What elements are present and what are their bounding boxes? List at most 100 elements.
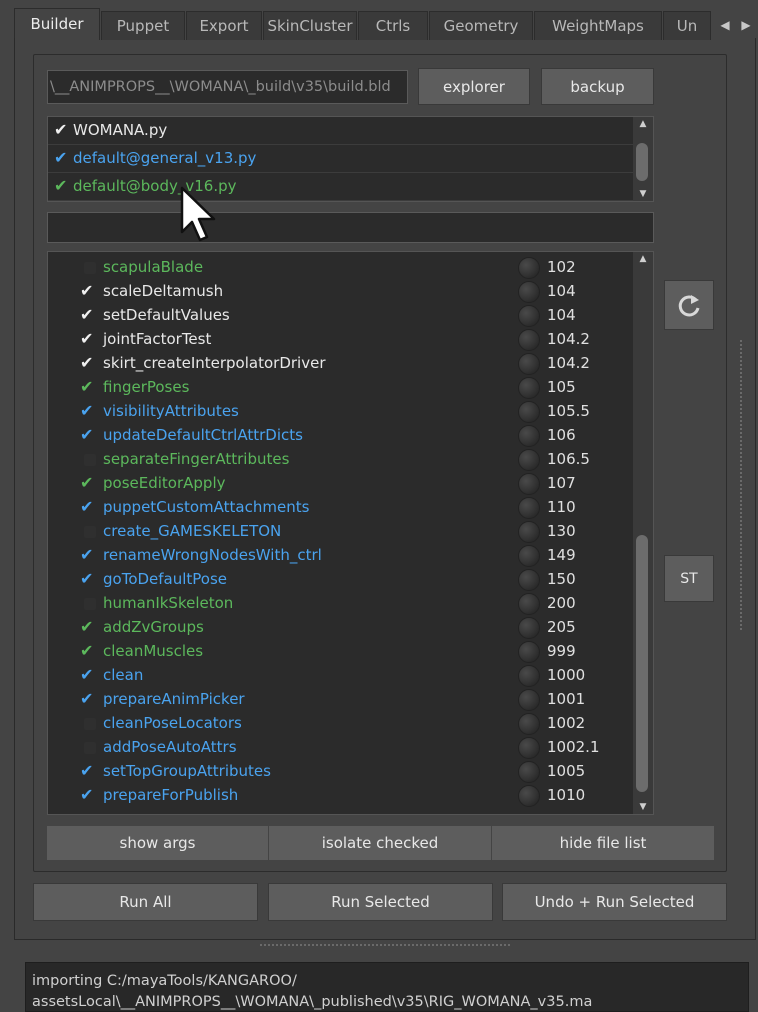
checkmark-icon[interactable]: ✔ xyxy=(80,761,98,780)
tab-weightmaps[interactable]: WeightMaps xyxy=(534,11,662,40)
build-step-row[interactable]: ✔ renameWrongNodesWith_ctrl 149 xyxy=(48,544,633,568)
status-dot-icon[interactable] xyxy=(518,593,540,615)
backup-button[interactable]: backup xyxy=(541,68,654,105)
build-step-row[interactable]: create_GAMESKELETON 130 xyxy=(48,520,633,544)
checkmark-icon[interactable]: ✔ xyxy=(80,617,98,636)
build-step-row[interactable]: ✔ visibilityAttributes 105.5 xyxy=(48,400,633,424)
status-dot-icon[interactable] xyxy=(518,665,540,687)
build-step-row[interactable]: ✔ poseEditorApply 107 xyxy=(48,472,633,496)
checkmark-icon[interactable]: ✔ xyxy=(80,425,98,444)
scroll-up-arrow-icon[interactable]: ▲ xyxy=(633,117,653,131)
status-dot-icon[interactable] xyxy=(518,545,540,567)
build-step-row[interactable]: ✔ updateDefaultCtrlAttrDicts 106 xyxy=(48,424,633,448)
status-dot-icon[interactable] xyxy=(518,401,540,423)
build-step-list[interactable]: ▲ ▼ scapulaBlade 102 ✔ scaleDeltamush 104 ✔ se… xyxy=(47,251,654,815)
scroll-up-arrow-icon[interactable]: ▲ xyxy=(633,252,653,266)
status-dot-icon[interactable] xyxy=(518,353,540,375)
file-list-item[interactable]: ✔ WOMANA.py xyxy=(48,117,633,145)
unchecked-box-icon[interactable] xyxy=(84,718,96,730)
build-step-row[interactable]: separateFingerAttributes 106.5 xyxy=(48,448,633,472)
tab-geometry[interactable]: Geometry xyxy=(429,11,533,40)
checkmark-icon[interactable]: ✔ xyxy=(80,665,98,684)
checkmark-icon[interactable]: ✔ xyxy=(80,641,98,660)
build-step-row[interactable]: cleanPoseLocators 1002 xyxy=(48,712,633,736)
checkmark-icon[interactable]: ✔ xyxy=(80,353,98,372)
isolate-checked-button[interactable]: isolate checked xyxy=(269,826,492,860)
show-args-button[interactable]: show args xyxy=(47,826,269,860)
refresh-button[interactable] xyxy=(664,280,714,330)
checkmark-icon[interactable]: ✔ xyxy=(80,473,98,492)
build-step-row[interactable]: ✔ scaleDeltamush 104 xyxy=(48,280,633,304)
build-step-row[interactable]: ✔ fingerPoses 105 xyxy=(48,376,633,400)
build-step-row[interactable]: ✔ prepareForPublish 1010 xyxy=(48,784,633,808)
tab-skincluster[interactable]: SkinCluster xyxy=(263,11,357,40)
splitter-handle[interactable] xyxy=(260,944,510,946)
build-step-row[interactable]: scapulaBlade 102 xyxy=(48,256,633,280)
status-dot-icon[interactable] xyxy=(518,377,540,399)
build-path-field[interactable]: \__ANIMPROPS__\WOMANA\_build\v35\build.b… xyxy=(47,70,408,104)
build-step-row[interactable]: ✔ setTopGroupAttributes 1005 xyxy=(48,760,633,784)
status-dot-icon[interactable] xyxy=(518,641,540,663)
unchecked-box-icon[interactable] xyxy=(84,262,96,274)
unchecked-box-icon[interactable] xyxy=(84,742,96,754)
build-step-row[interactable]: ✔ prepareAnimPicker 1001 xyxy=(48,688,633,712)
script-output-console[interactable]: importing C:/mayaTools/KANGAROO/ assetsL… xyxy=(25,962,749,1012)
scroll-thumb[interactable] xyxy=(636,535,648,792)
checkmark-icon[interactable]: ✔ xyxy=(80,281,98,300)
build-step-row[interactable]: ✔ addZvGroups 205 xyxy=(48,616,633,640)
scroll-down-arrow-icon[interactable]: ▼ xyxy=(633,800,653,814)
checkmark-icon[interactable]: ✔ xyxy=(80,401,98,420)
status-dot-icon[interactable] xyxy=(518,617,540,639)
tab-puppet[interactable]: Puppet xyxy=(101,11,185,40)
step-list-scrollbar[interactable]: ▲ ▼ xyxy=(633,252,653,814)
checkmark-icon[interactable]: ✔ xyxy=(54,148,70,167)
tab-export[interactable]: Export xyxy=(186,11,262,40)
build-step-row[interactable]: humanIkSkeleton 200 xyxy=(48,592,633,616)
build-step-row[interactable]: ✔ clean 1000 xyxy=(48,664,633,688)
undo-run-selected-button[interactable]: Undo + Run Selected xyxy=(502,883,727,921)
status-dot-icon[interactable] xyxy=(518,329,540,351)
status-dot-icon[interactable] xyxy=(518,425,540,447)
checkmark-icon[interactable]: ✔ xyxy=(80,785,98,804)
tab-scroll-left-icon[interactable]: ◀ xyxy=(718,12,732,38)
tab-ctrls[interactable]: Ctrls xyxy=(358,11,428,40)
status-dot-icon[interactable] xyxy=(518,521,540,543)
st-button[interactable]: ST xyxy=(664,555,714,602)
status-dot-icon[interactable] xyxy=(518,785,540,807)
build-step-row[interactable]: ✔ setDefaultValues 104 xyxy=(48,304,633,328)
tab-builder[interactable]: Builder xyxy=(14,8,100,40)
checkmark-icon[interactable]: ✔ xyxy=(80,497,98,516)
checkmark-icon[interactable]: ✔ xyxy=(54,176,70,195)
status-dot-icon[interactable] xyxy=(518,737,540,759)
unchecked-box-icon[interactable] xyxy=(84,526,96,538)
file-list-scrollbar[interactable]: ▲ ▼ xyxy=(633,117,653,201)
explorer-button[interactable]: explorer xyxy=(418,68,530,105)
scroll-thumb[interactable] xyxy=(636,143,648,181)
build-step-row[interactable]: ✔ skirt_createInterpolatorDriver 104.2 xyxy=(48,352,633,376)
status-dot-icon[interactable] xyxy=(518,449,540,471)
hide-file-list-button[interactable]: hide file list xyxy=(492,826,714,860)
unchecked-box-icon[interactable] xyxy=(84,598,96,610)
status-dot-icon[interactable] xyxy=(518,689,540,711)
file-list-item[interactable]: ✔ default@body_v16.py xyxy=(48,173,633,201)
run-all-button[interactable]: Run All xyxy=(33,883,258,921)
run-selected-button[interactable]: Run Selected xyxy=(268,883,493,921)
status-dot-icon[interactable] xyxy=(518,569,540,591)
scroll-down-arrow-icon[interactable]: ▼ xyxy=(633,187,653,201)
unchecked-box-icon[interactable] xyxy=(84,454,96,466)
build-step-row[interactable]: ✔ jointFactorTest 104.2 xyxy=(48,328,633,352)
build-step-row[interactable]: ✔ goToDefaultPose 150 xyxy=(48,568,633,592)
tab-scroll-right-icon[interactable]: ▶ xyxy=(739,12,753,38)
status-dot-icon[interactable] xyxy=(518,713,540,735)
checkmark-icon[interactable]: ✔ xyxy=(80,329,98,348)
build-step-row[interactable]: addPoseAutoAttrs 1002.1 xyxy=(48,736,633,760)
tab-un[interactable]: Un xyxy=(663,11,711,40)
status-dot-icon[interactable] xyxy=(518,305,540,327)
checkmark-icon[interactable]: ✔ xyxy=(80,689,98,708)
file-list[interactable]: ▲ ▼ ✔ WOMANA.py ✔ default@general_v13.py ✔ de… xyxy=(47,116,654,202)
status-dot-icon[interactable] xyxy=(518,761,540,783)
checkmark-icon[interactable]: ✔ xyxy=(80,377,98,396)
status-dot-icon[interactable] xyxy=(518,257,540,279)
filter-field[interactable] xyxy=(47,212,654,243)
checkmark-icon[interactable]: ✔ xyxy=(54,120,70,139)
